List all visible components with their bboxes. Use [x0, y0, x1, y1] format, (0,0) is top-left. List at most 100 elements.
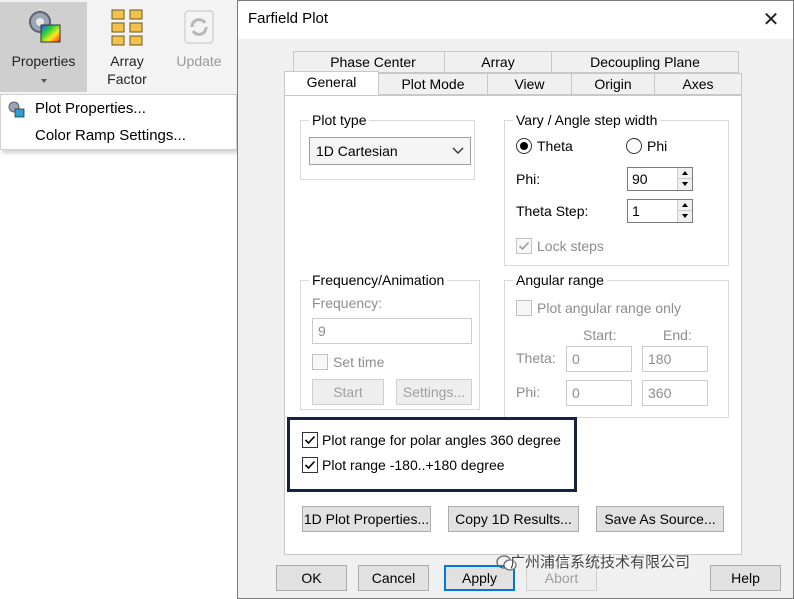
tab-label: Array — [481, 54, 515, 70]
copy-1d-results-button[interactable]: Copy 1D Results... — [448, 506, 579, 532]
properties-label: Properties — [11, 53, 76, 69]
chevron-down-icon — [452, 147, 464, 154]
tab-label: General — [306, 74, 357, 90]
group-title: Vary / Angle step width — [513, 112, 661, 128]
ok-button[interactable]: OK — [276, 565, 347, 591]
close-button[interactable]: ✕ — [759, 8, 783, 32]
theta-step-spinbox[interactable]: 1 — [627, 199, 693, 223]
spin-down-button[interactable] — [678, 179, 692, 190]
plot-angular-range-only-label: Plot angular range only — [537, 300, 681, 316]
theta-end-input[interactable]: 180 — [642, 346, 708, 372]
angular-phi-label: Phi: — [516, 384, 541, 400]
plot-type-value: 1D Cartesian — [316, 143, 398, 159]
theta-start-value: 0 — [572, 351, 580, 367]
phi-radio[interactable] — [626, 138, 642, 154]
tab-origin[interactable]: Origin — [571, 73, 655, 95]
close-icon: ✕ — [762, 9, 780, 31]
checkmark-icon — [518, 241, 530, 251]
refresh-icon — [184, 10, 214, 44]
properties-button[interactable]: Properties — [0, 2, 87, 92]
button-label: Apply — [461, 570, 498, 586]
theta-radio[interactable] — [516, 138, 532, 154]
dialog-titlebar: Farfield Plot ✕ — [238, 1, 793, 39]
end-header: End: — [663, 327, 692, 343]
start-header: Start: — [583, 327, 617, 343]
theta-step-value: 1 — [632, 203, 640, 219]
phi-field-label: Phi: — [516, 171, 541, 187]
theta-step-label: Theta Step: — [516, 203, 589, 219]
arrow-up-icon — [682, 171, 688, 175]
menu-item-plot-properties[interactable]: Plot Properties... — [1, 96, 236, 122]
highlight-box — [287, 417, 577, 492]
tab-array[interactable]: Array — [444, 51, 552, 73]
group-title: Angular range — [513, 272, 607, 288]
tab-view[interactable]: View — [487, 73, 572, 95]
tab-label: Phase Center — [330, 54, 416, 70]
spin-up-button[interactable] — [678, 200, 692, 211]
angular-theta-label: Theta: — [516, 350, 556, 366]
array-factor-label-line1: Array — [110, 53, 144, 69]
arrow-down-icon — [682, 182, 688, 186]
array-factor-button[interactable]: Array Factor — [92, 2, 162, 92]
spin-up-button[interactable] — [678, 168, 692, 179]
start-button[interactable]: Start — [312, 379, 384, 405]
frequency-input[interactable]: 9 — [312, 318, 472, 344]
button-label: 1D Plot Properties... — [303, 511, 430, 527]
tab-plot-mode[interactable]: Plot Mode — [378, 73, 488, 95]
lock-steps-checkbox[interactable] — [516, 238, 532, 254]
array-factor-label-line2: Factor — [107, 71, 147, 87]
phi-start-input[interactable]: 0 — [566, 380, 632, 406]
phi-end-input[interactable]: 360 — [642, 380, 708, 406]
phi-radio-label: Phi — [647, 138, 668, 154]
properties-dropdown-menu: Plot Properties... Color Ramp Settings..… — [0, 94, 237, 150]
button-label: OK — [301, 570, 322, 586]
phi-value: 90 — [632, 171, 648, 187]
theta-start-input[interactable]: 0 — [566, 346, 632, 372]
farfield-plot-dialog: Farfield Plot ✕ Phase Center Array Decou… — [237, 0, 794, 599]
plot-type-select[interactable]: 1D Cartesian — [309, 137, 471, 165]
dialog-title: Farfield Plot — [248, 10, 329, 27]
tab-decoupling-plane[interactable]: Decoupling Plane — [551, 51, 739, 73]
phi-spinbox[interactable]: 90 — [627, 167, 693, 191]
vary-angle-group: Vary / Angle step width Theta Phi Phi: 9… — [504, 112, 729, 266]
watermark-text: 广州浦信系统技术有限公司 — [510, 554, 691, 571]
update-label: Update — [176, 53, 222, 69]
spin-down-button[interactable] — [678, 211, 692, 222]
set-time-checkbox[interactable] — [312, 354, 328, 370]
gear-color-ramp-icon — [8, 101, 25, 118]
theta-radio-label: Theta — [537, 138, 573, 154]
help-button[interactable]: Help — [710, 565, 781, 591]
button-label: Help — [731, 570, 760, 586]
gear-color-ramp-icon — [28, 11, 60, 43]
plot-angular-range-only-checkbox[interactable] — [516, 300, 532, 316]
settings-button[interactable]: Settings... — [396, 379, 472, 405]
tab-label: Plot Mode — [401, 76, 465, 92]
tab-axes[interactable]: Axes — [654, 73, 742, 95]
ribbon-toolbar: Properties Array Factor Update — [0, 0, 237, 94]
menu-item-label: Plot Properties... — [35, 100, 146, 117]
frequency-animation-group: Frequency/Animation Frequency: 9 Set tim… — [300, 272, 480, 410]
button-label: Settings... — [402, 384, 466, 400]
button-label: Cancel — [371, 570, 416, 586]
arrow-down-icon — [682, 214, 688, 218]
menu-item-label: Color Ramp Settings... — [35, 127, 186, 144]
group-title: Frequency/Animation — [309, 272, 448, 288]
tab-phase-center[interactable]: Phase Center — [293, 51, 453, 73]
plot-1d-properties-button[interactable]: 1D Plot Properties... — [302, 506, 431, 532]
save-as-source-button[interactable]: Save As Source... — [596, 506, 724, 532]
tab-label: Axes — [682, 76, 714, 92]
phi-start-value: 0 — [572, 385, 580, 401]
update-button[interactable]: Update — [165, 2, 233, 92]
frequency-value: 9 — [318, 323, 326, 339]
menu-item-color-ramp-settings[interactable]: Color Ramp Settings... — [1, 123, 236, 149]
frequency-label: Frequency: — [312, 295, 383, 311]
cancel-button[interactable]: Cancel — [358, 565, 429, 591]
button-label: Start — [333, 384, 363, 400]
phi-end-value: 360 — [648, 385, 672, 401]
array-grid-icon — [111, 9, 143, 46]
tab-general[interactable]: General — [284, 71, 379, 95]
tab-label: Decoupling Plane — [590, 54, 700, 70]
lock-steps-label: Lock steps — [537, 238, 604, 254]
theta-end-value: 180 — [648, 351, 672, 367]
plot-type-group: Plot type 1D Cartesian — [300, 112, 475, 180]
